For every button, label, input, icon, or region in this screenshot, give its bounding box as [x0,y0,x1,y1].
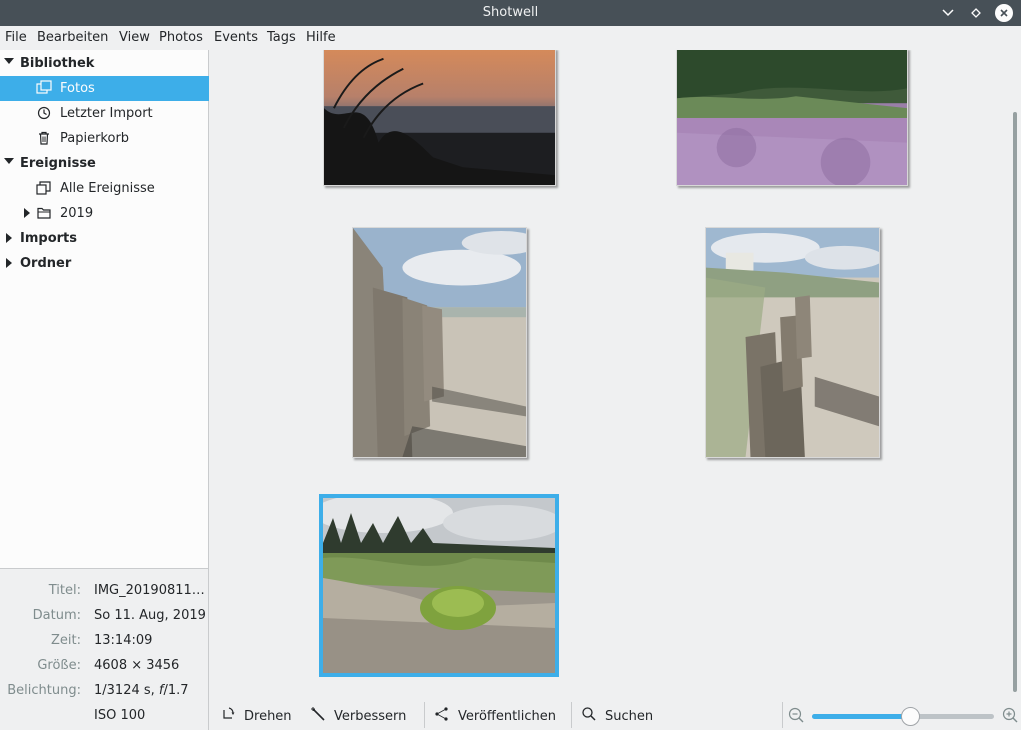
info-date-label: Datum: [32,608,81,623]
photo-thumbnail-heather[interactable] [676,50,908,186]
folder-icon [36,205,52,221]
sidebar-item-papierkorb[interactable]: Papierkorb [0,126,209,151]
menu-file[interactable]: File [5,30,27,45]
search-icon [581,706,597,726]
info-title-label: Titel: [48,583,81,598]
sidebar-item-label: Imports [20,231,77,246]
sidebar-item-label: Papierkorb [60,131,130,146]
collapsed-arrow-icon[interactable] [23,208,33,220]
sidebar-item-fotos[interactable]: Fotos [0,76,209,101]
vertical-scrollbar[interactable] [1013,112,1017,692]
menu-bearbeiten[interactable]: Bearbeiten [37,30,108,45]
rotate-label: Drehen [244,708,292,724]
menu-photos[interactable]: Photos [159,30,203,45]
info-exposure-value: 1/3124 s, f/1.7 [94,683,208,698]
photo-thumbnail-beach-groynes-2[interactable] [705,227,880,458]
expanded-arrow-icon[interactable] [4,57,14,69]
enhance-button[interactable]: Verbessern [310,706,406,726]
exposure-time: 1/3124 s, [94,683,159,698]
sidebar-item-2019[interactable]: 2019 [0,201,209,226]
menu-bar: File Bearbeiten View Photos Events Tags … [0,26,1021,50]
toolbar-separator [424,702,425,728]
rotate-icon [220,706,236,726]
minimize-icon[interactable] [938,3,958,23]
publish-button[interactable]: Veröffentlichen [434,706,556,726]
expanded-arrow-icon[interactable] [4,157,14,169]
info-title-value: IMG_20190811_... [94,583,208,598]
rotate-button[interactable]: Drehen [220,706,292,726]
sidebar-item-alle-ereignisse[interactable]: Alle Ereignisse [0,176,209,201]
info-time-label: Zeit: [51,633,81,648]
photo-grid [210,50,1021,700]
magic-wand-icon [310,706,326,726]
photos-icon [36,80,52,96]
zoom-slider-handle[interactable] [901,707,921,726]
enhance-label: Verbessern [334,708,407,724]
share-icon [434,706,450,726]
close-icon[interactable] [995,4,1013,22]
clock-icon [36,105,52,121]
sidebar-item-letzter-import[interactable]: Letzter Import [0,101,209,126]
photo-thumbnail-sunset[interactable] [323,50,556,186]
info-date-value: So 11. Aug, 2019 [94,608,206,623]
collapsed-arrow-icon[interactable] [5,258,15,270]
window-titlebar[interactable]: Shotwell [0,0,1021,26]
sidebar-item-label: Alle Ereignisse [60,181,155,196]
sidebar-item-label: Letzter Import [60,106,153,121]
sidebar-item-bibliothek[interactable]: Bibliothek [0,51,209,76]
info-iso-value: ISO 100 [94,708,146,723]
menu-events[interactable]: Events [214,30,258,45]
zoom-in-icon[interactable] [1002,707,1018,723]
sidebar-item-label: Fotos [60,81,95,96]
menu-hilfe[interactable]: Hilfe [306,30,336,45]
info-size-label: Größe: [37,658,81,673]
photo-thumbnail-beach-groynes-1[interactable] [352,227,527,458]
search-button[interactable]: Suchen [581,706,653,726]
collapsed-arrow-icon[interactable] [5,233,15,245]
trash-icon [36,130,52,146]
sidebar: Bibliothek Fotos Letzter Import Papierko… [0,50,209,568]
toolbar-separator [571,702,572,728]
maximize-icon[interactable] [966,3,986,23]
toolbar-separator [782,702,783,728]
photo-thumbnail-dune-plant[interactable] [319,494,559,677]
aperture-value: /1.7 [163,683,189,698]
window-title: Shotwell [482,5,539,20]
photo-info-panel: Titel: IMG_20190811_... Datum: So 11. Au… [0,568,209,730]
menu-tags[interactable]: Tags [267,30,296,45]
sidebar-item-label: Bibliothek [20,56,95,71]
info-time-value: 13:14:09 [94,633,153,648]
publish-label: Veröffentlichen [458,708,557,724]
events-icon [36,180,52,196]
sidebar-item-imports[interactable]: Imports [0,226,209,251]
zoom-out-icon[interactable] [788,707,804,723]
sidebar-item-label: Ereignisse [20,156,96,171]
menu-view[interactable]: View [119,30,150,45]
search-label: Suchen [605,708,654,724]
info-size-value: 4608 × 3456 [94,658,180,673]
zoom-slider[interactable] [812,707,994,726]
sidebar-item-label: Ordner [20,256,72,271]
bottom-toolbar: Drehen Verbessern Veröffentlichen Suchen [210,700,1021,730]
info-exposure-label: Belichtung: [7,683,81,698]
sidebar-item-ereignisse[interactable]: Ereignisse [0,151,209,176]
sidebar-item-label: 2019 [60,206,94,221]
zoom-slider-fill [812,714,911,719]
sidebar-item-ordner[interactable]: Ordner [0,251,209,276]
